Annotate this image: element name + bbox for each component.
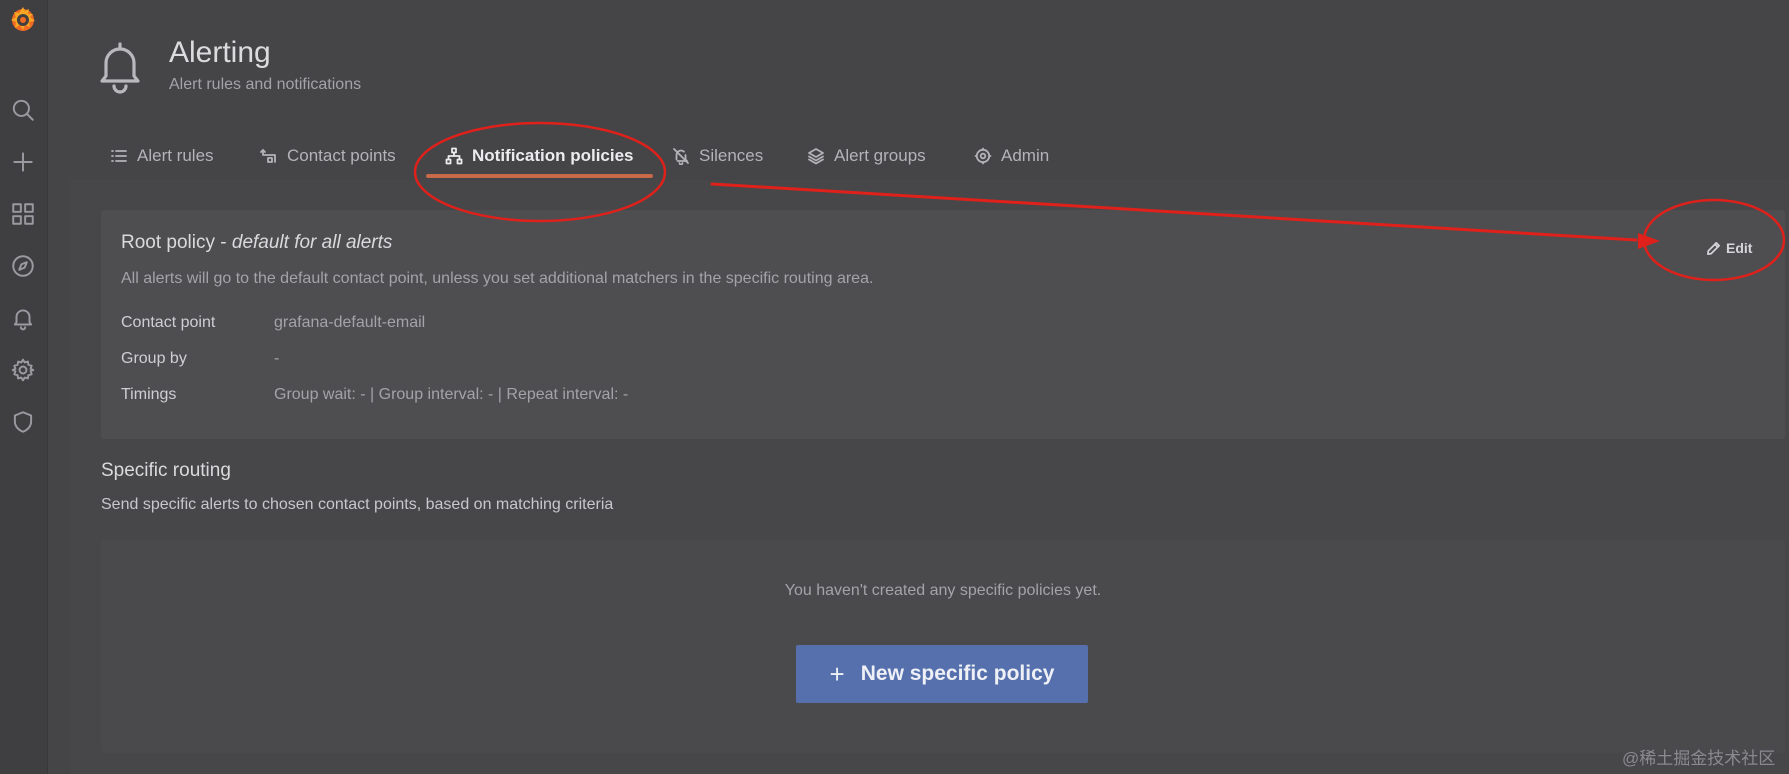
- gear-icon[interactable]: [5, 352, 41, 388]
- list-icon: [111, 150, 127, 162]
- contact-point-label: Contact point: [121, 314, 216, 331]
- tab-admin[interactable]: Admin: [974, 138, 1049, 174]
- tab-label: Contact points: [287, 146, 396, 165]
- sitemap-icon: [445, 147, 463, 165]
- gear-icon: [974, 147, 992, 165]
- layers-icon: [808, 148, 824, 165]
- empty-state-text: You haven't created any specific policie…: [784, 582, 1102, 599]
- timings-value: Group wait: - | Group interval: - | Repe…: [274, 386, 629, 403]
- plus-icon: +: [829, 658, 845, 689]
- timings-label: Timings: [121, 386, 177, 403]
- bell-icon: [94, 38, 146, 94]
- page-title: Alerting: [169, 36, 271, 69]
- root-policy-description: All alerts will go to the default contac…: [121, 270, 874, 287]
- tab-label: Alert rules: [137, 146, 214, 165]
- watermark: @稀土掘金技术社区: [1622, 749, 1776, 768]
- tab-label: Alert groups: [834, 146, 926, 165]
- tab-label: Notification policies: [472, 146, 634, 165]
- tab-contact-points[interactable]: Contact points: [260, 138, 396, 174]
- edit-button[interactable]: Edit: [1706, 236, 1752, 260]
- specific-routing-description: Send specific alerts to chosen contact p…: [101, 496, 614, 513]
- specific-routing-title: Specific routing: [101, 460, 231, 481]
- contact-point-value: grafana-default-email: [274, 314, 426, 331]
- page-subtitle: Alert rules and notifications: [169, 76, 362, 93]
- specific-routing-empty-panel: You haven't created any specific policie…: [101, 540, 1785, 753]
- tab-notification-policies[interactable]: Notification policies: [445, 138, 634, 174]
- pencil-icon: [1707, 241, 1720, 255]
- bell-slash-icon: [673, 148, 689, 165]
- tab-silences[interactable]: Silences: [672, 138, 763, 174]
- edit-label: Edit: [1726, 240, 1753, 256]
- explore-icon[interactable]: [5, 248, 41, 284]
- shield-icon[interactable]: [5, 404, 41, 440]
- tab-alert-rules[interactable]: Alert rules: [110, 138, 214, 174]
- root-policy-title-emphasis: default for all alerts: [231, 232, 393, 253]
- tab-alert-groups[interactable]: Alert groups: [807, 138, 926, 174]
- new-specific-policy-label: New specific policy: [860, 662, 1055, 685]
- root-policy-title-text: Root policy -: [121, 232, 232, 253]
- plus-icon[interactable]: [5, 144, 41, 180]
- search-icon[interactable]: [5, 92, 41, 128]
- dashboards-icon[interactable]: [5, 196, 41, 232]
- tab-label: Silences: [699, 146, 764, 165]
- root-policy-panel: Root policy - default for all alerts All…: [101, 210, 1785, 439]
- sidebar: [0, 0, 48, 774]
- tab-label: Admin: [1001, 146, 1050, 165]
- root-policy-title: Root policy - default for all alerts: [121, 232, 392, 254]
- contact-points-icon: [260, 149, 276, 163]
- new-specific-policy-button[interactable]: + New specific policy: [796, 645, 1088, 703]
- bell-icon[interactable]: [5, 300, 41, 336]
- group-by-value: -: [274, 350, 280, 367]
- grafana-logo-icon[interactable]: [5, 2, 41, 38]
- active-tab-indicator: [426, 174, 653, 178]
- group-by-label: Group by: [121, 350, 187, 367]
